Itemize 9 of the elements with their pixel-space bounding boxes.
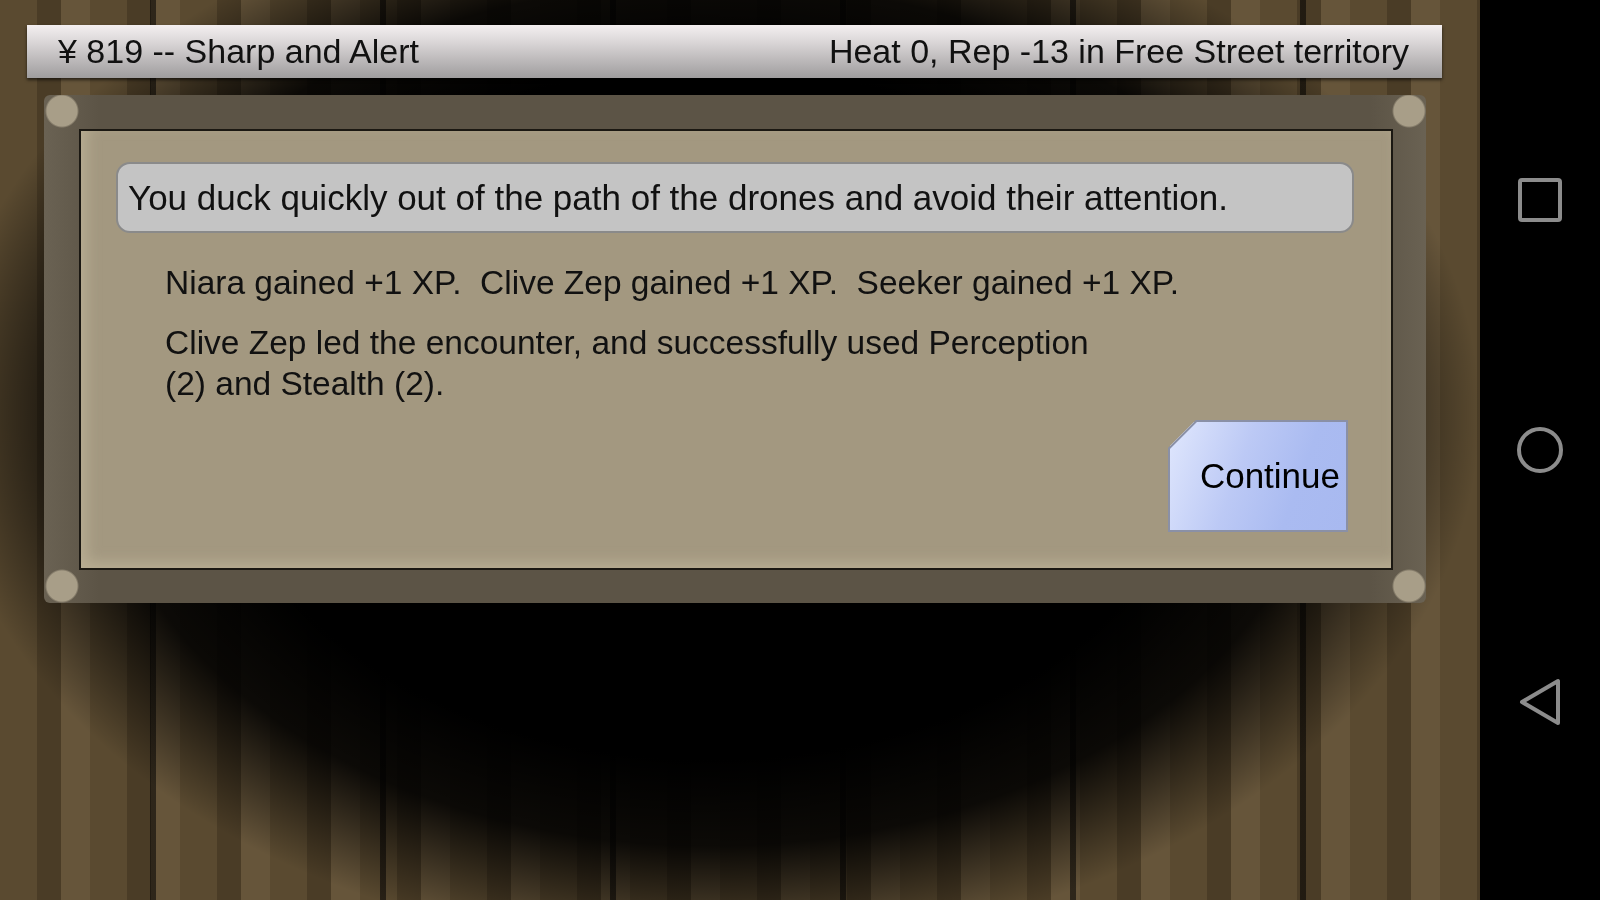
status-text: ¥ 819 -- Sharp and Alert [58,32,419,71]
continue-button[interactable]: Continue [1168,420,1348,532]
back-icon[interactable] [1519,678,1561,726]
event-message: You duck quickly out of the path of the drones and avoid their attention. [116,162,1354,233]
status-text: Heat 0, Rep -13 in Free Street territory [828,32,1409,71]
result-text: Niara gained +1 XP. Clive Zep gained +1 XP. Seeker gained +1 XP. [165,263,1180,303]
result-text: Clive Zep led the encounter, and successfully used Perception (2) and Stealth (2). [165,323,1090,404]
home-icon[interactable] [1517,427,1563,473]
overview-square-icon[interactable] [1518,178,1562,222]
